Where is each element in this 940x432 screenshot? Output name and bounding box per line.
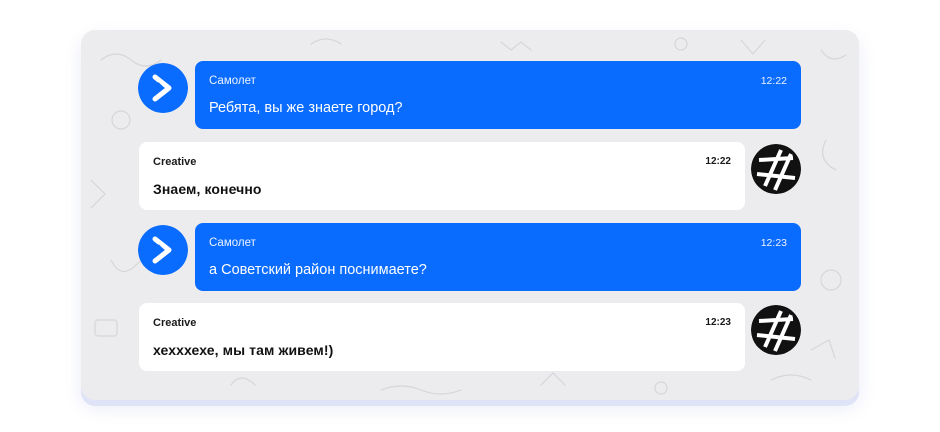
message-row: Creative 12:23 хехххехе, мы там живем!) bbox=[81, 303, 859, 371]
message-bubble-outgoing[interactable]: Creative 12:22 Знаем, конечно bbox=[139, 142, 745, 210]
sender-name: Самолет bbox=[209, 237, 256, 249]
message-time: 12:23 bbox=[705, 317, 731, 328]
message-row: Creative 12:22 Знаем, конечно bbox=[81, 142, 859, 210]
message-bubble-outgoing[interactable]: Creative 12:23 хехххехе, мы там живем!) bbox=[139, 303, 745, 371]
message-time: 12:22 bbox=[760, 75, 787, 87]
sender-name: Creative bbox=[153, 317, 197, 329]
creative-logo-icon[interactable] bbox=[751, 305, 801, 355]
samolet-logo-icon[interactable] bbox=[138, 63, 188, 113]
chat-window: Самолет 12:22 Ребята, вы же знаете город… bbox=[81, 30, 859, 400]
message-time: 12:22 bbox=[705, 156, 731, 167]
message-text: хехххехе, мы там живем!) bbox=[153, 342, 334, 358]
message-time: 12:23 bbox=[760, 237, 787, 249]
message-text: Знаем, конечно bbox=[153, 181, 262, 197]
creative-logo-icon[interactable] bbox=[751, 144, 801, 194]
message-text: Ребята, вы же знаете город? bbox=[209, 100, 403, 116]
sender-name: Creative bbox=[153, 156, 197, 168]
message-row: Самолет 12:23 а Советский район поснимае… bbox=[81, 223, 859, 291]
message-bubble-incoming[interactable]: Самолет 12:22 Ребята, вы же знаете город… bbox=[195, 61, 801, 129]
message-row: Самолет 12:22 Ребята, вы же знаете город… bbox=[81, 61, 859, 129]
sender-name: Самолет bbox=[209, 75, 256, 87]
samolet-logo-icon[interactable] bbox=[138, 225, 188, 275]
message-text: а Советский район поснимаете? bbox=[209, 262, 427, 278]
message-bubble-incoming[interactable]: Самолет 12:23 а Советский район поснимае… bbox=[195, 223, 801, 291]
